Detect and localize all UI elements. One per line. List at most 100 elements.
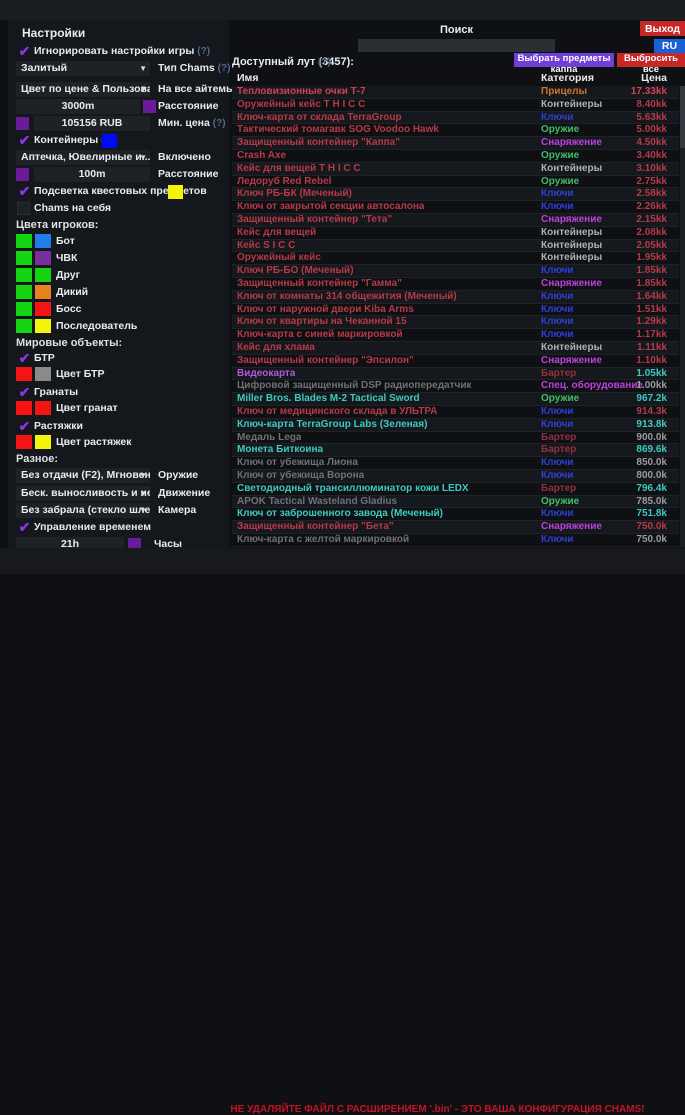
table-row[interactable]: Защищенный контейнер "Тета"Снаряжение2.1…	[232, 214, 679, 227]
column-header-price[interactable]: Цена	[641, 72, 667, 84]
player-color-swatch[interactable]	[16, 251, 32, 265]
table-row[interactable]: Ключ-карта с желтой маркировкойКлючи750.…	[232, 534, 679, 547]
player-color-swatch[interactable]	[16, 319, 32, 333]
table-row[interactable]: Тепловизионные очки Т-7Прицелы17.33kk	[232, 86, 679, 99]
table-row[interactable]: Ключ от убежища ВоронаКлючи800.0k	[232, 470, 679, 483]
time-control-row[interactable]: ✔ Управление временем	[8, 520, 229, 537]
table-row[interactable]: Ключ-карта TerraGroup Labs (Зеленая)Ключ…	[232, 419, 679, 432]
table-row[interactable]: Монета БиткоинаБартер869.6k	[232, 444, 679, 457]
table-row[interactable]: Светодиодный трансиллюминатор кожи LEDXБ…	[232, 483, 679, 496]
player-color-swatch[interactable]	[16, 302, 32, 316]
table-row[interactable]: Защищенный контейнер "Эпсилон"Снаряжение…	[232, 355, 679, 368]
checkbox-checked-icon[interactable]: ✔	[17, 351, 32, 366]
checkbox-checked-icon[interactable]: ✔	[17, 44, 32, 59]
help-icon[interactable]: (?)	[218, 63, 231, 74]
table-row[interactable]: Ключ от комнаты 314 общежития (Меченый)К…	[232, 291, 679, 304]
table-row[interactable]: Ключ от наружной двери Kiba ArmsКлючи1.5…	[232, 304, 679, 317]
drop-all-button[interactable]: Выбросить все	[617, 53, 685, 67]
column-header-name[interactable]: Имя	[237, 72, 258, 84]
help-icon[interactable]: (?)	[213, 118, 226, 129]
chams-type-dropdown[interactable]: Залитый▼	[16, 61, 150, 76]
scrollbar-thumb[interactable]	[680, 86, 685, 148]
grenade-color-swatch[interactable]	[16, 401, 32, 415]
help-icon[interactable]: (?)	[197, 46, 210, 57]
tripwire-color-swatch[interactable]	[16, 435, 32, 449]
player-color-swatch[interactable]	[35, 251, 51, 265]
table-row[interactable]: Ключ от убежища ЛионаКлючи850.0k	[232, 457, 679, 470]
language-button[interactable]: RU	[654, 39, 685, 53]
table-row[interactable]: Защищенный контейнер "Бета"Снаряжение750…	[232, 521, 679, 534]
table-row[interactable]: Тактический томагавк SOG Voodoo HawkОруж…	[232, 124, 679, 137]
min-price-input[interactable]: 105156 RUB	[34, 116, 150, 131]
table-row[interactable]: Ключ от заброшенного завода (Меченый)Клю…	[232, 508, 679, 521]
item-category: Оружие	[541, 124, 579, 136]
checkbox-checked-icon[interactable]: ✔	[17, 133, 32, 148]
table-row[interactable]: Ледоруб Red RebelОружие2.75kk	[232, 176, 679, 189]
table-row[interactable]: Ключ-карта с синей маркировкойКлючи1.17k…	[232, 329, 679, 342]
containers-distance-input[interactable]: 100m	[34, 167, 150, 182]
tripwires-row[interactable]: ✔ Растяжки	[8, 419, 229, 436]
table-row[interactable]: Кейс для вещейКонтейнеры2.08kk	[232, 227, 679, 240]
table-row[interactable]: Защищенный контейнер "Гамма"Снаряжение1.…	[232, 278, 679, 291]
quest-highlight-swatch[interactable]	[168, 185, 183, 199]
tripwire-color-swatch[interactable]	[35, 435, 51, 449]
player-color-swatch[interactable]	[16, 234, 32, 248]
table-row[interactable]: Ключ РБ-БК (Меченый)Ключи2.58kk	[232, 188, 679, 201]
checkbox-checked-icon[interactable]: ✔	[17, 520, 32, 535]
checkbox-checked-icon[interactable]: ✔	[17, 385, 32, 400]
player-color-swatch[interactable]	[16, 268, 32, 282]
table-row[interactable]: Miller Bros. Blades M-2 Tactical SwordОр…	[232, 393, 679, 406]
select-kappa-items-button[interactable]: Выбрать предметы каппа	[514, 53, 614, 67]
table-row[interactable]: Кейс для вещей T H I C CКонтейнеры3.10kk	[232, 163, 679, 176]
camera-dropdown[interactable]: Без забрала (стекло шлема)▼	[16, 503, 150, 518]
table-row[interactable]: Crash AxeОружие3.40kk	[232, 150, 679, 163]
column-header-category[interactable]: Категория	[541, 72, 594, 84]
player-color-swatch[interactable]	[35, 319, 51, 333]
min-price-color-swatch[interactable]	[16, 117, 29, 130]
distance-input[interactable]: 3000m	[16, 99, 140, 114]
table-row[interactable]: Оружейный кейсКонтейнеры1.95kk	[232, 252, 679, 265]
checkbox-checked-icon[interactable]: ✔	[17, 419, 32, 434]
grenade-color-swatch[interactable]	[35, 401, 51, 415]
player-color-swatch[interactable]	[35, 268, 51, 282]
table-row[interactable]: Ключ от закрытой секции автосалонаКлючи2…	[232, 201, 679, 214]
table-row[interactable]: Медаль LegaБартер900.0k	[232, 432, 679, 445]
player-color-swatch[interactable]	[35, 302, 51, 316]
misc-title: Разное:	[16, 453, 58, 465]
containers-row[interactable]: ✔ Контейнеры (?)	[8, 133, 229, 150]
btr-color-swatch[interactable]	[35, 367, 51, 381]
table-row[interactable]: Оружейный кейс T H I C CКонтейнеры8.40kk	[232, 99, 679, 112]
distance-color-swatch[interactable]	[143, 100, 156, 113]
table-row[interactable]: Ключ РБ-БО (Меченый)Ключи1.85kk	[232, 265, 679, 278]
ignore-game-settings-row[interactable]: ✔ Игнорировать настройки игры (?)	[8, 44, 229, 61]
btr-color-swatch[interactable]	[16, 367, 32, 381]
table-row[interactable]: Ключ от медицинского склада в УЛЬТРАКлюч…	[232, 406, 679, 419]
table-row[interactable]: ВидеокартаБартер1.05kk	[232, 368, 679, 381]
table-row[interactable]: Кейс для хламаКонтейнеры1.11kk	[232, 342, 679, 355]
table-row[interactable]: APOK Tactical Wasteland GladiusОружие785…	[232, 496, 679, 509]
help-icon[interactable]: (?)	[318, 57, 331, 68]
movement-dropdown[interactable]: Беск. выносливость и нет уста▼	[16, 486, 150, 501]
table-row[interactable]: Кейс S I C CКонтейнеры2.05kk	[232, 240, 679, 253]
player-color-swatch[interactable]	[35, 234, 51, 248]
exit-button[interactable]: Выход	[640, 21, 685, 36]
checkbox-unchecked-icon[interactable]	[17, 202, 30, 215]
checkbox-checked-icon[interactable]: ✔	[17, 184, 32, 199]
grenades-row[interactable]: ✔ Гранаты	[8, 385, 229, 402]
color-mode-dropdown[interactable]: Цвет по цене & Пользователь▼	[16, 82, 150, 97]
weapon-dropdown[interactable]: Без отдачи (F2), Мгновенное п▼	[16, 468, 150, 483]
search-input[interactable]	[358, 39, 555, 52]
table-row[interactable]: Ключ от квартиры на Чеканной 15Ключи1.29…	[232, 316, 679, 329]
player-color-swatch[interactable]	[16, 285, 32, 299]
table-row[interactable]: Ключ-карта от склада TerraGroupКлючи5.63…	[232, 112, 679, 125]
chams-self-row[interactable]: Chams на себя	[8, 201, 229, 218]
table-row[interactable]: Цифровой защищенный DSP радиопередатчикС…	[232, 380, 679, 393]
quest-highlight-row[interactable]: ✔ Подсветка квестовых предметов	[8, 184, 229, 201]
btr-row[interactable]: ✔ БТР	[8, 351, 229, 368]
containers-filter-dropdown[interactable]: Аптечка, Ювелирные и...▼	[16, 150, 150, 165]
scrollbar-track[interactable]	[680, 86, 685, 547]
player-color-swatch[interactable]	[35, 285, 51, 299]
table-row[interactable]: Защищенный контейнер "Каппа"Снаряжение4.…	[232, 137, 679, 150]
containers-color-swatch[interactable]	[102, 134, 117, 148]
containers-distance-swatch[interactable]	[16, 168, 29, 181]
